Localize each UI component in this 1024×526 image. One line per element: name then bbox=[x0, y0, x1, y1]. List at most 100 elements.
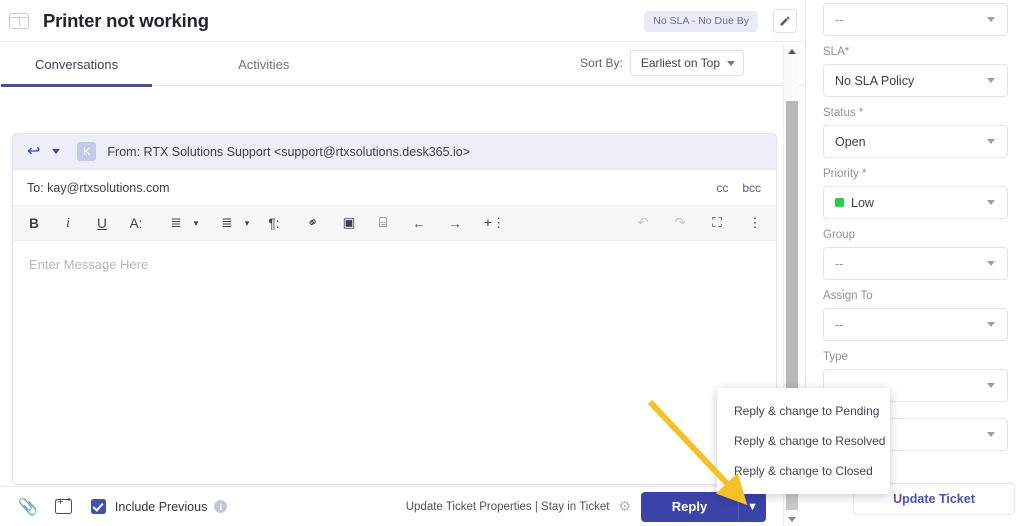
chevron-down-icon bbox=[987, 383, 995, 388]
tab-conversations[interactable]: Conversations bbox=[0, 43, 153, 87]
more-options-icon[interactable]: ⋮ bbox=[748, 212, 762, 234]
outdent-icon[interactable]: ← bbox=[412, 212, 426, 234]
field-top: -- bbox=[823, 0, 1008, 36]
composer-action-bar: 📎 Include Previous i Update Ticket Prope… bbox=[0, 486, 806, 526]
conversation-tabs: Conversations Activities Sort By: Earlie… bbox=[0, 42, 805, 87]
ticket-header: Printer not working No SLA - No Due By bbox=[0, 0, 805, 42]
group-select[interactable]: -- bbox=[823, 247, 1008, 280]
image-icon[interactable]: ▣ bbox=[342, 212, 356, 234]
message-body-input[interactable]: Enter Message Here bbox=[13, 241, 776, 465]
editor-toolbar-right-group: ↶ ↷ ⛶ ⋮ bbox=[636, 212, 762, 234]
link-icon[interactable]: ⚭ bbox=[301, 210, 324, 236]
include-previous-label: Include Previous bbox=[114, 499, 208, 514]
sla-value: No SLA Policy bbox=[835, 73, 915, 88]
composer-left-tools: 📎 Include Previous i bbox=[0, 496, 228, 517]
chevron-down-icon bbox=[987, 17, 995, 22]
chevron-down-icon bbox=[987, 261, 995, 266]
status-select[interactable]: Open bbox=[823, 125, 1008, 158]
bcc-link[interactable]: bcc bbox=[742, 181, 761, 195]
priority-value: Low bbox=[851, 195, 874, 210]
status-label: Status * bbox=[823, 107, 864, 119]
ticket-properties-note: Update Ticket Properties | Stay in Ticke… bbox=[406, 498, 631, 515]
edit-ticket-button[interactable] bbox=[773, 9, 797, 33]
reply-options-menu: Reply & change to Pending Reply & change… bbox=[717, 388, 890, 494]
bold-icon[interactable]: B bbox=[27, 212, 41, 234]
chevron-down-icon bbox=[987, 322, 995, 327]
fullscreen-icon[interactable]: ⛶ bbox=[710, 212, 724, 234]
numbered-list-dropdown-icon[interactable]: ▾ bbox=[189, 212, 203, 234]
page-title: Printer not working bbox=[43, 9, 209, 31]
ticket-detail-screen: Printer not working No SLA - No Due By C… bbox=[0, 0, 1024, 526]
field-priority: Priority * Low bbox=[823, 168, 1008, 219]
sla-label: SLA* bbox=[823, 46, 850, 58]
priority-label: Priority * bbox=[823, 168, 867, 180]
field-sla: SLA* No SLA Policy bbox=[823, 46, 1008, 97]
assign-to-value: -- bbox=[835, 317, 844, 332]
sort-by-control: Sort By: Earliest on Top bbox=[580, 50, 744, 76]
type-label: Type bbox=[823, 351, 848, 363]
group-value: -- bbox=[835, 256, 844, 271]
scroll-down-arrow[interactable] bbox=[784, 512, 800, 526]
gear-icon[interactable]: ⚙ bbox=[618, 498, 631, 515]
editor-toolbar: B i U A: ≣ ▾ ≣ ▾ ¶: ⚭ ▣ ⌸ ← → +⋮ ↶ ↷ ⛶ ⋮ bbox=[13, 206, 776, 241]
menu-item-reply-resolved[interactable]: Reply & change to Resolved bbox=[717, 426, 890, 456]
reply-mode-dropdown-icon[interactable] bbox=[52, 149, 61, 154]
chevron-down-icon bbox=[727, 60, 735, 66]
assign-to-select[interactable]: -- bbox=[823, 308, 1008, 341]
insert-more-icon[interactable]: +⋮ bbox=[484, 212, 505, 234]
cc-bcc-group: cc bcc bbox=[716, 181, 761, 195]
underline-icon[interactable]: U bbox=[95, 212, 109, 234]
bullet-list-icon[interactable]: ≣ bbox=[220, 212, 234, 234]
info-icon[interactable]: i bbox=[214, 500, 228, 513]
field-assign-to: Assign To -- bbox=[823, 290, 1008, 341]
top-select[interactable]: -- bbox=[823, 3, 1008, 36]
reply-button[interactable]: Reply bbox=[641, 492, 738, 522]
sla-status-badge: No SLA - No Due By bbox=[644, 11, 758, 32]
scroll-up-arrow[interactable] bbox=[784, 44, 800, 58]
reply-button-group: Reply ▼ bbox=[641, 491, 766, 522]
sla-select[interactable]: No SLA Policy bbox=[823, 64, 1008, 97]
paperclip-icon[interactable]: 📎 bbox=[18, 497, 38, 517]
font-style-icon[interactable]: A: bbox=[129, 212, 143, 234]
reply-dropdown-toggle[interactable]: ▼ bbox=[738, 491, 766, 522]
priority-select[interactable]: Low bbox=[823, 186, 1008, 219]
status-value: Open bbox=[835, 134, 866, 149]
update-properties-text[interactable]: Update Ticket Properties | Stay in Ticke… bbox=[406, 501, 610, 513]
undo-icon[interactable]: ↶ bbox=[636, 212, 650, 234]
indent-icon[interactable]: → bbox=[448, 212, 462, 234]
numbered-list-icon[interactable]: ≣ bbox=[169, 212, 183, 234]
assign-to-label: Assign To bbox=[823, 290, 873, 302]
reply-composer: ↩ K From: RTX Solutions Support <support… bbox=[12, 133, 777, 485]
field-group: Group -- bbox=[823, 229, 1008, 280]
priority-color-swatch bbox=[835, 198, 844, 207]
insert-canned-response-icon[interactable] bbox=[54, 496, 72, 514]
bullet-list-dropdown-icon[interactable]: ▾ bbox=[240, 212, 254, 234]
avatar: K bbox=[77, 142, 97, 161]
ticket-panel-icon bbox=[9, 12, 29, 29]
composer-from-text: From: RTX Solutions Support <support@rtx… bbox=[107, 144, 471, 159]
reply-arrow-icon[interactable]: ↩ bbox=[27, 143, 40, 160]
top-select-value: -- bbox=[835, 12, 844, 27]
sort-by-value: Earliest on Top bbox=[640, 56, 720, 70]
tab-activities[interactable]: Activities bbox=[234, 43, 293, 87]
tab-conversations-label: Conversations bbox=[35, 57, 119, 72]
menu-item-reply-closed[interactable]: Reply & change to Closed bbox=[717, 456, 890, 486]
table-icon[interactable]: ⌸ bbox=[376, 212, 390, 234]
composer-to-text[interactable]: To: kay@rtxsolutions.com bbox=[27, 181, 170, 195]
include-previous-checkbox[interactable] bbox=[90, 499, 106, 514]
sort-by-select[interactable]: Earliest on Top bbox=[629, 50, 744, 76]
group-label: Group bbox=[823, 229, 855, 241]
cc-link[interactable]: cc bbox=[716, 181, 728, 195]
chevron-down-icon bbox=[987, 432, 995, 437]
conversation-pane: Printer not working No SLA - No Due By C… bbox=[0, 0, 890, 526]
field-status: Status * Open bbox=[823, 107, 1008, 158]
menu-item-reply-pending[interactable]: Reply & change to Pending bbox=[717, 396, 890, 426]
priority-value-wrap: Low bbox=[835, 196, 874, 210]
paragraph-format-icon[interactable]: ¶: bbox=[267, 212, 281, 234]
chevron-down-icon bbox=[987, 139, 995, 144]
redo-icon[interactable]: ↷ bbox=[673, 212, 687, 234]
pencil-icon bbox=[780, 16, 790, 26]
chevron-down-icon bbox=[987, 200, 995, 205]
italic-icon[interactable]: i bbox=[61, 212, 75, 234]
composer-from-row: ↩ K From: RTX Solutions Support <support… bbox=[13, 134, 776, 170]
